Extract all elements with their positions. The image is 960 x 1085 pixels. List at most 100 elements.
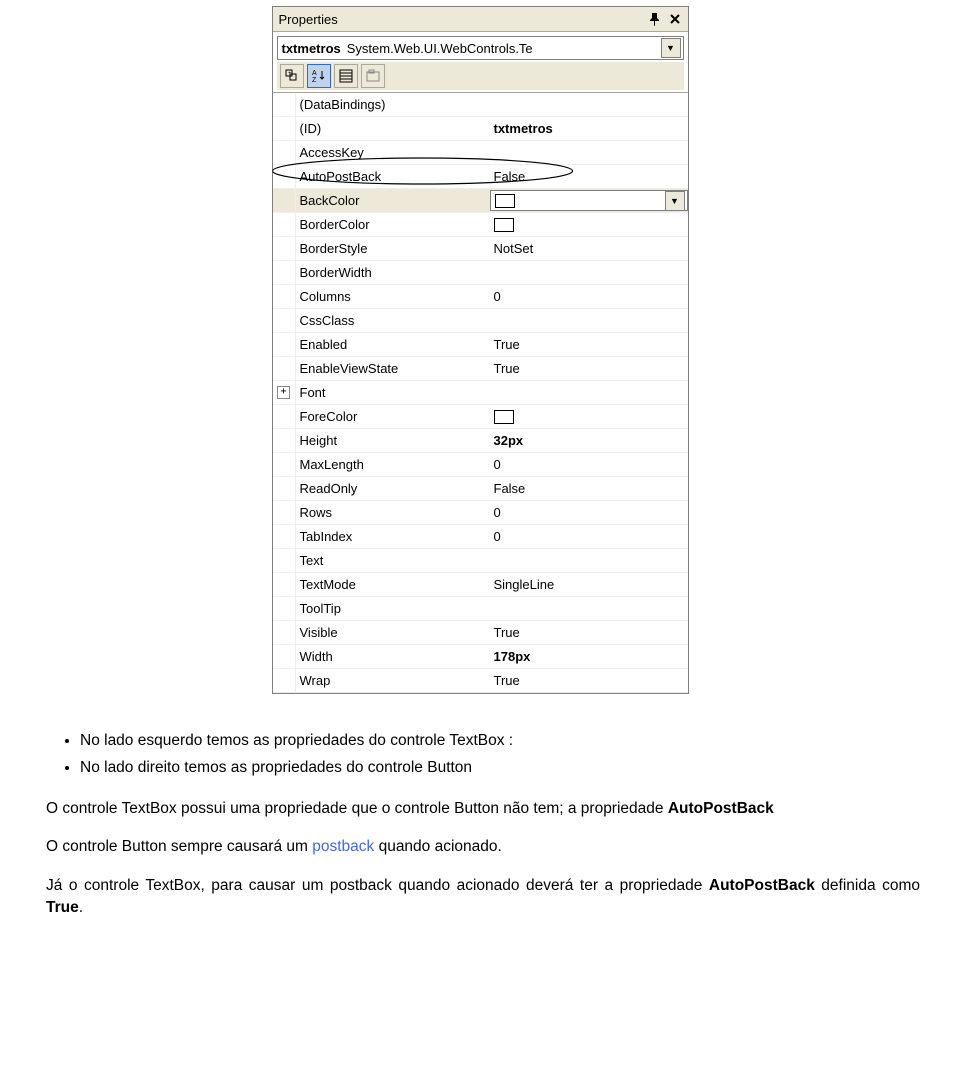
property-value[interactable]: ▼ (490, 190, 688, 211)
property-grid: (DataBindings)(ID)txtmetrosAccessKeyAuto… (273, 92, 688, 693)
property-name: AccessKey (296, 145, 490, 160)
row-gutter (273, 453, 296, 476)
property-value[interactable] (490, 218, 688, 232)
row-gutter (273, 141, 296, 164)
property-row[interactable]: BorderWidth (273, 261, 688, 285)
property-row[interactable]: ForeColor (273, 405, 688, 429)
property-row[interactable]: EnabledTrue (273, 333, 688, 357)
categorized-button[interactable]: + (280, 64, 304, 88)
svg-text:+: + (288, 71, 292, 77)
properties-button[interactable] (334, 64, 358, 88)
property-value[interactable]: txtmetros (490, 121, 688, 136)
property-name: MaxLength (296, 457, 490, 472)
property-name: Text (296, 553, 490, 568)
property-name: CssClass (296, 313, 490, 328)
expand-icon[interactable]: + (277, 386, 290, 399)
property-name: Columns (296, 289, 490, 304)
row-gutter (273, 645, 296, 668)
row-gutter (273, 477, 296, 500)
property-row[interactable]: EnableViewStateTrue (273, 357, 688, 381)
property-value[interactable]: 0 (490, 529, 688, 544)
color-swatch (494, 218, 514, 232)
property-value[interactable]: 0 (490, 505, 688, 520)
property-name: Font (296, 385, 490, 400)
property-value[interactable]: True (490, 673, 688, 688)
object-selector[interactable]: txtmetros System.Web.UI.WebControls.Te ▼ (277, 36, 684, 60)
row-gutter (273, 309, 296, 332)
row-gutter: + (273, 381, 296, 404)
panel-title: Properties (279, 12, 338, 27)
chevron-down-icon[interactable]: ▼ (661, 38, 681, 58)
property-name: (ID) (296, 121, 490, 136)
property-value[interactable]: False (490, 481, 688, 496)
property-name: ReadOnly (296, 481, 490, 496)
property-value[interactable]: 0 (490, 457, 688, 472)
property-row[interactable]: BackColor▼ (273, 189, 688, 213)
property-value[interactable]: 32px (490, 433, 688, 448)
property-row[interactable]: MaxLength0 (273, 453, 688, 477)
color-swatch (495, 194, 515, 208)
keyword-true: True (46, 899, 79, 916)
property-value[interactable]: 0 (490, 289, 688, 304)
row-gutter (273, 333, 296, 356)
property-row[interactable]: AccessKey (273, 141, 688, 165)
property-value[interactable]: 178px (490, 649, 688, 664)
property-row[interactable]: TabIndex0 (273, 525, 688, 549)
property-name: BorderStyle (296, 241, 490, 256)
property-name: AutoPostBack (296, 169, 490, 184)
property-row[interactable]: Height32px (273, 429, 688, 453)
property-row[interactable]: Columns0 (273, 285, 688, 309)
panel-titlebar: Properties (273, 7, 688, 32)
svg-text:A: A (312, 70, 317, 77)
property-name: ForeColor (296, 409, 490, 424)
color-swatch (494, 410, 514, 424)
property-row[interactable]: AutoPostBackFalse (273, 165, 688, 189)
property-row[interactable]: TextModeSingleLine (273, 573, 688, 597)
property-row[interactable]: Rows0 (273, 501, 688, 525)
keyword-postback: postback (312, 838, 374, 855)
property-name: Wrap (296, 673, 490, 688)
pin-icon[interactable] (646, 10, 664, 28)
bullet-item: No lado direito temos as propriedades do… (80, 757, 920, 779)
property-row[interactable]: Width178px (273, 645, 688, 669)
property-row[interactable]: VisibleTrue (273, 621, 688, 645)
bullet-item: No lado esquerdo temos as propriedades d… (80, 730, 920, 752)
close-icon[interactable] (666, 10, 684, 28)
property-pages-button[interactable] (361, 64, 385, 88)
object-type: System.Web.UI.WebControls.Te (347, 41, 661, 56)
row-gutter (273, 621, 296, 644)
property-row[interactable]: BorderStyleNotSet (273, 237, 688, 261)
row-gutter (273, 405, 296, 428)
property-value[interactable]: True (490, 361, 688, 376)
property-value[interactable] (490, 410, 688, 424)
keyword-autopostback: AutoPostBack (668, 800, 774, 817)
property-name: TextMode (296, 577, 490, 592)
property-name: BorderWidth (296, 265, 490, 280)
property-row[interactable]: (DataBindings) (273, 93, 688, 117)
property-value[interactable]: True (490, 625, 688, 640)
property-row[interactable]: ToolTip (273, 597, 688, 621)
row-gutter (273, 501, 296, 524)
property-row[interactable]: CssClass (273, 309, 688, 333)
property-value[interactable]: SingleLine (490, 577, 688, 592)
property-name: Rows (296, 505, 490, 520)
alphabetical-button[interactable]: AZ (307, 64, 331, 88)
chevron-down-icon[interactable]: ▼ (665, 191, 685, 211)
property-value[interactable]: NotSet (490, 241, 688, 256)
property-value[interactable]: True (490, 337, 688, 352)
property-name: Width (296, 649, 490, 664)
property-row[interactable]: BorderColor (273, 213, 688, 237)
property-value[interactable]: False (490, 169, 688, 184)
property-name: (DataBindings) (296, 97, 490, 112)
property-row[interactable]: + Font (273, 381, 688, 405)
property-row[interactable]: WrapTrue (273, 669, 688, 693)
row-gutter (273, 573, 296, 596)
row-gutter (273, 597, 296, 620)
row-gutter (273, 189, 296, 212)
property-row[interactable]: (ID)txtmetros (273, 117, 688, 141)
property-name: Enabled (296, 337, 490, 352)
properties-toolbar: + AZ (277, 62, 684, 90)
property-name: BorderColor (296, 217, 490, 232)
property-row[interactable]: ReadOnlyFalse (273, 477, 688, 501)
property-row[interactable]: Text (273, 549, 688, 573)
